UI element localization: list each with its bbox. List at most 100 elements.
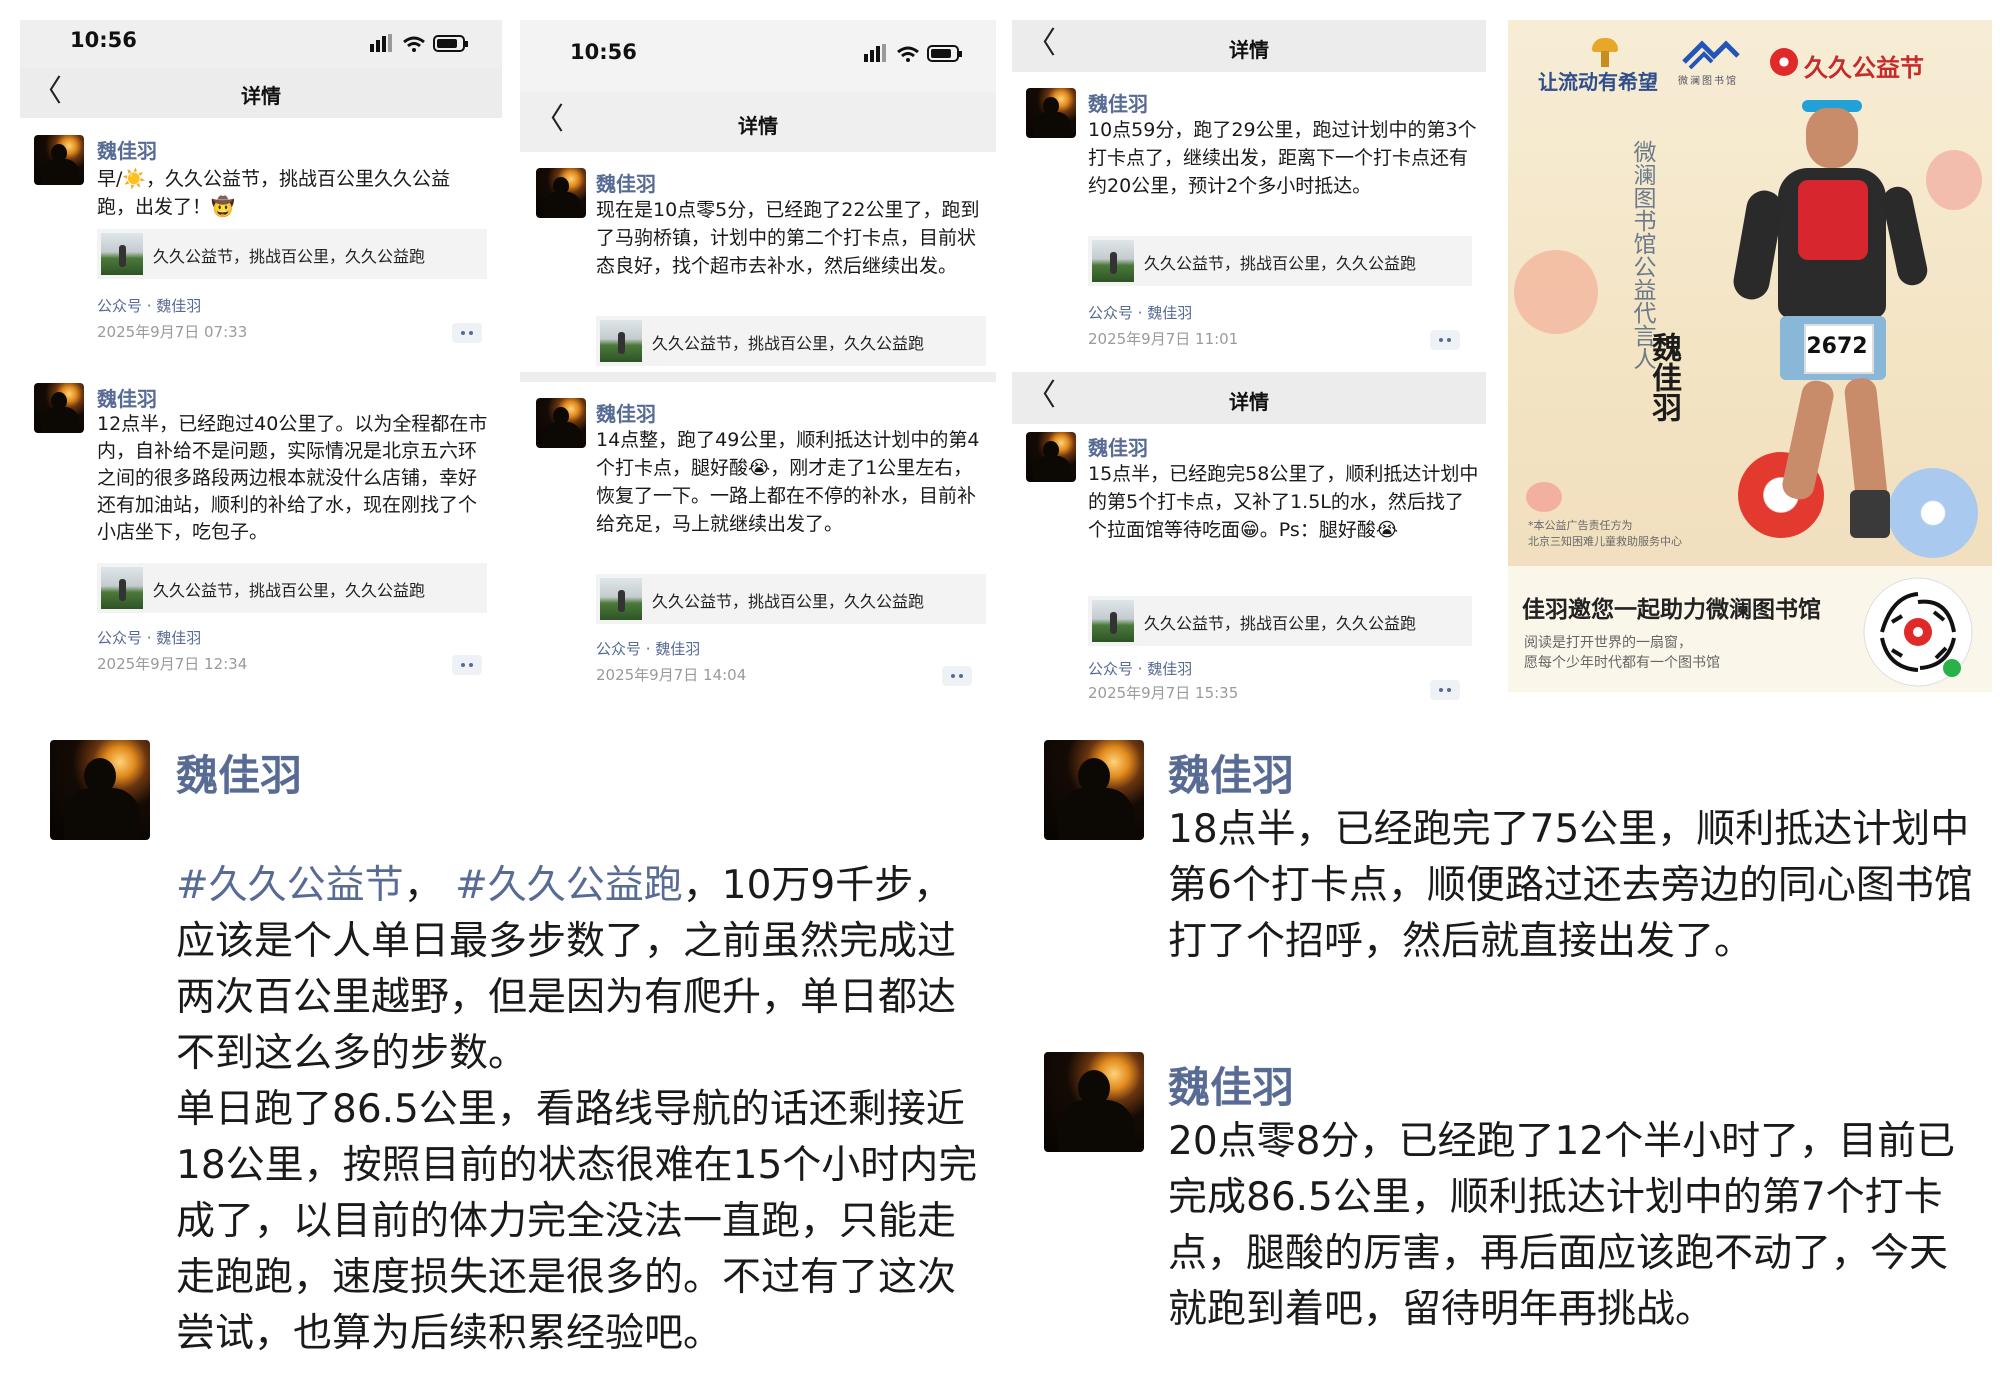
avatar[interactable] [1026, 432, 1076, 482]
post-text: 14点整，跑了49公里，顺利抵达计划中的第4个打卡点，腿好酸😭，刚才走了1公里左… [596, 429, 980, 535]
card-title: 久久公益节，挑战百公里，久久公益跑 [652, 592, 925, 611]
post-source[interactable]: 公众号 · 魏佳羽 [1088, 302, 1192, 323]
big-post-left: 魏佳羽 #久久公益节， #久久公益跑，10万9千步，应该是个人单日最多步数了，之… [40, 740, 990, 1380]
avatar[interactable] [536, 398, 586, 448]
link-card[interactable]: 久久公益节，挑战百公里，久久公益跑 [1088, 596, 1472, 646]
hashtag-link[interactable]: #久久公益跑 [455, 863, 683, 908]
heart-right-icon [1926, 150, 1982, 210]
post-username[interactable]: 魏佳羽 [1168, 742, 1294, 803]
card-thumbnail [101, 567, 143, 609]
post-text: 15点半，已经跑完58公里了，顺利抵达计划中的第5个打卡点，又补了1.5L的水，… [1088, 463, 1479, 541]
page-title: 详情 [1229, 390, 1269, 414]
post-username[interactable]: 魏佳羽 [1168, 1054, 1294, 1115]
link-card[interactable]: 久久公益节，挑战百公里，久久公益跑 [97, 563, 487, 613]
runner-figure: 2672 [1730, 90, 1931, 560]
post-username[interactable]: 魏佳羽 [97, 383, 157, 412]
post-text: 18点半，已经跑完了75公里，顺利抵达计划中第6个打卡点，顺便路过还去旁边的同心… [1168, 807, 1973, 964]
nav-bar: 〈 详情 [520, 92, 996, 152]
avatar[interactable] [50, 740, 150, 840]
nav-bar-2: 〈 详情 [1012, 372, 1486, 424]
post-username[interactable]: 魏佳羽 [97, 135, 157, 164]
card-title: 久久公益节，挑战百公里，久久公益跑 [652, 334, 925, 353]
avatar[interactable] [1044, 740, 1144, 840]
post-2: 魏佳羽 12点半，已经跑过40公里了。以为全程都在市内，自补给不是问题，实际情况… [20, 383, 502, 683]
post-timestamp: 2025年9月7日 12:34 [97, 655, 248, 673]
post-1: 魏佳羽 早/☀️，久久公益节，挑战百公里久久公益跑，出发了！🤠 久久公益节，挑战… [20, 135, 502, 365]
post-text: 早/☀️，久久公益节，挑战百公里久久公益跑，出发了！🤠 [97, 168, 451, 218]
avatar[interactable] [34, 383, 84, 433]
status-icons [370, 34, 468, 52]
post-text: #久久公益节， #久久公益跑，10万9千步，应该是个人单日最多步数了，之前虽然完… [176, 802, 986, 1362]
post-body: ，10万9千步，应该是个人单日最多步数了，之前虽然完成过两次百公里越野，但是因为… [176, 863, 978, 1356]
post-username[interactable]: 魏佳羽 [1088, 88, 1148, 117]
avatar[interactable] [34, 135, 84, 185]
signal-icon [370, 34, 392, 52]
avatar[interactable] [1044, 1052, 1144, 1152]
brand-name: 久久公益节 [1804, 54, 1924, 82]
post-text: 现在是10点零5分，已经跑了22公里了，跑到了马驹桥镇，计划中的第二个打卡点，目… [596, 199, 980, 277]
screenshot-3: 〈 详情 魏佳羽 10点59分，跑了29公里，跑过计划中的第3个打卡点了，继续出… [1012, 20, 1486, 700]
battery-icon [927, 45, 962, 62]
library-logo-icon [1682, 40, 1740, 70]
post-timestamp: 2025年9月7日 11:01 [1088, 330, 1239, 348]
card-thumbnail [600, 320, 642, 362]
link-card[interactable]: 久久公益节，挑战百公里，久久公益跑 [1088, 236, 1472, 286]
clock: 10:56 [70, 28, 137, 52]
hashtag-separator: ， [403, 863, 456, 908]
post-source[interactable]: 公众号 · 魏佳羽 [97, 295, 201, 316]
wifi-icon [897, 46, 919, 62]
poster-sub-2: 愿每个少年时代都有一个图书馆 [1524, 655, 1720, 671]
post-source[interactable]: 公众号 · 魏佳羽 [596, 638, 700, 659]
screenshot-1: 10:56 〈 详情 魏佳羽 早/☀️，久久公益节，挑战百公里久久公益跑，出发了… [20, 20, 502, 700]
link-card[interactable]: 久久公益节，挑战百公里，久久公益跑 [97, 229, 487, 279]
avatar[interactable] [536, 168, 586, 218]
poster-headline: 佳羽邀您一起助力微澜图书馆 [1522, 597, 1821, 623]
page-title: 详情 [1229, 38, 1269, 62]
post-timestamp: 2025年9月7日 14:04 [596, 666, 747, 684]
flower-logo-icon [1770, 48, 1798, 76]
logo-mushroom-icon [1592, 38, 1618, 68]
heart-left-icon [1514, 250, 1598, 334]
post-username[interactable]: 魏佳羽 [596, 168, 656, 197]
post-2: 魏佳羽 14点整，跑了49公里，顺利抵达计划中的第4个打卡点，腿好酸😭，刚才走了… [520, 398, 996, 698]
big-post-right-2: 魏佳羽 20点零8分，已经跑了12个半小时了，目前已完成86.5公里，顺利抵达计… [1030, 1052, 1990, 1382]
card-title: 久久公益节，挑战百公里，久久公益跑 [1144, 614, 1417, 633]
post-divider [520, 372, 996, 382]
post-source[interactable]: 公众号 · 魏佳羽 [97, 627, 201, 648]
more-button[interactable] [452, 655, 482, 675]
post-text: 10点59分，跑了29公里，跑过计划中的第3个打卡点了，继续出发，距离下一个打卡… [1088, 119, 1477, 197]
more-button[interactable] [942, 666, 972, 686]
post-timestamp: 2025年9月7日 15:35 [1088, 684, 1239, 700]
post-timestamp: 2025年9月7日 07:33 [97, 323, 248, 341]
card-thumbnail [1092, 240, 1134, 282]
card-title: 久久公益节，挑战百公里，久久公益跑 [153, 247, 426, 266]
post-username[interactable]: 魏佳羽 [1088, 432, 1148, 461]
nav-bar: 〈 详情 [1012, 20, 1486, 72]
post-text: 20点零8分，已经跑了12个半小时了，目前已完成86.5公里，顺利抵达计划中的第… [1168, 1119, 1956, 1332]
more-button[interactable] [1430, 680, 1460, 700]
card-title: 久久公益节，挑战百公里，久久公益跑 [1144, 254, 1417, 273]
card-title: 久久公益节，挑战百公里，久久公益跑 [153, 581, 426, 600]
qr-code-icon[interactable] [1862, 576, 1974, 688]
post-1: 魏佳羽 10点59分，跑了29公里，跑过计划中的第3个打卡点了，继续出发，距离下… [1012, 88, 1486, 368]
status-bar: 10:56 [520, 20, 996, 92]
poster-photo: 让流动有希望 微澜图书馆 久久公益节 微澜图书馆公益代言人 魏佳羽 2672 *… [1508, 20, 1992, 566]
post-username[interactable]: 魏佳羽 [596, 398, 656, 427]
clock: 10:56 [570, 40, 637, 64]
post-1: 魏佳羽 现在是10点零5分，已经跑了22公里了，跑到了马驹桥镇，计划中的第二个打… [520, 168, 996, 378]
link-card[interactable]: 久久公益节，挑战百公里，久久公益跑 [596, 574, 986, 624]
big-post-right-1: 魏佳羽 18点半，已经跑完了75公里，顺利抵达计划中第6个打卡点，顺便路过还去旁… [1030, 740, 1990, 1030]
post-text: 12点半，已经跑过40公里了。以为全程都在市内，自补给不是问题，实际情况是北京五… [97, 413, 488, 543]
avatar[interactable] [1026, 88, 1076, 138]
page-title: 详情 [738, 114, 778, 138]
post-source[interactable]: 公众号 · 魏佳羽 [1088, 658, 1192, 679]
link-card[interactable]: 久久公益节，挑战百公里，久久公益跑 [596, 316, 986, 366]
post-username[interactable]: 魏佳羽 [176, 742, 302, 803]
name-vertical: 魏佳羽 [1646, 332, 1681, 422]
more-button[interactable] [1430, 330, 1460, 350]
charity-poster: 让流动有希望 微澜图书馆 久久公益节 微澜图书馆公益代言人 魏佳羽 2672 *… [1508, 20, 1992, 692]
battery-icon [433, 35, 468, 52]
more-button[interactable] [452, 323, 482, 343]
signal-icon [864, 44, 886, 62]
hashtag-link[interactable]: #久久公益节 [176, 863, 404, 908]
